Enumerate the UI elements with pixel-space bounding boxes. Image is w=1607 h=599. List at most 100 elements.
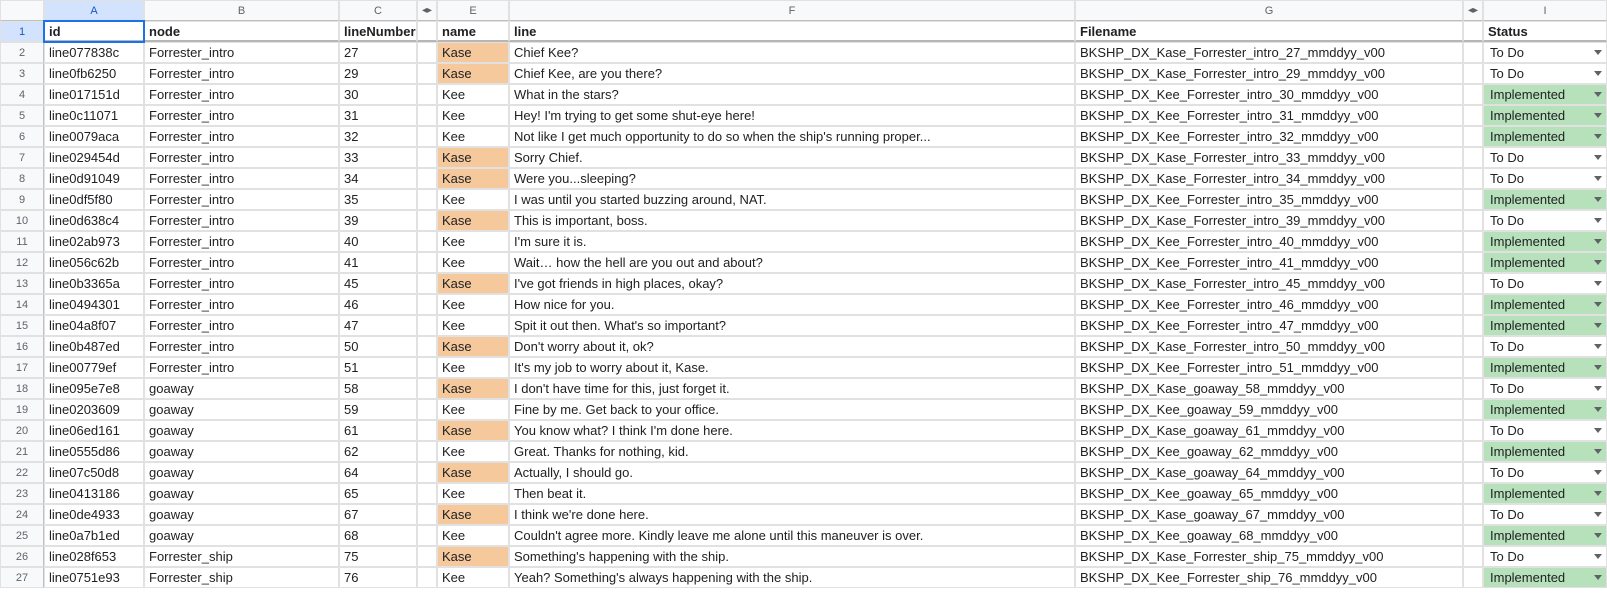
cell-name[interactable]: Kase (437, 378, 509, 399)
row-head-18[interactable]: 18 (0, 378, 44, 399)
cell-name[interactable]: Kee (437, 231, 509, 252)
dropdown-icon[interactable] (1594, 344, 1602, 349)
cell-line[interactable]: This is important, boss. (509, 210, 1075, 231)
cell-name[interactable]: Kee (437, 126, 509, 147)
cell-linenumber[interactable]: 65 (339, 483, 417, 504)
cell-name[interactable]: Kase (437, 504, 509, 525)
cell-filename[interactable]: BKSHP_DX_Kase_Forrester_intro_29_mmddyy_… (1075, 63, 1463, 84)
cell-linenumber[interactable]: 64 (339, 462, 417, 483)
cell-filename[interactable]: BKSHP_DX_Kee_Forrester_intro_31_mmddyy_v… (1075, 105, 1463, 126)
dropdown-icon[interactable] (1594, 281, 1602, 286)
cell-filename[interactable]: BKSHP_DX_Kase_goaway_67_mmddyy_v00 (1075, 504, 1463, 525)
cell-line[interactable]: Sorry Chief. (509, 147, 1075, 168)
row-head-1[interactable]: 1 (0, 21, 44, 42)
cell-c1[interactable]: lineNumber (339, 21, 417, 42)
cell-id[interactable]: line07c50d8 (44, 462, 144, 483)
cell-status[interactable]: Implemented (1483, 84, 1607, 105)
cell-status[interactable]: To Do (1483, 462, 1607, 483)
cell-id[interactable]: line0df5f80 (44, 189, 144, 210)
cell-id[interactable]: line0de4933 (44, 504, 144, 525)
row-head-21[interactable]: 21 (0, 441, 44, 462)
cell-node[interactable]: goaway (144, 399, 339, 420)
cell-status[interactable]: Implemented (1483, 231, 1607, 252)
row-head-10[interactable]: 10 (0, 210, 44, 231)
cell-line[interactable]: What in the stars? (509, 84, 1075, 105)
cell-id[interactable]: line04a8f07 (44, 315, 144, 336)
cell-filename[interactable]: BKSHP_DX_Kase_goaway_64_mmddyy_v00 (1075, 462, 1463, 483)
cell-filename[interactable]: BKSHP_DX_Kee_Forrester_intro_41_mmddyy_v… (1075, 252, 1463, 273)
cell-node[interactable]: Forrester_ship (144, 546, 339, 567)
cell-status[interactable]: To Do (1483, 210, 1607, 231)
cell-filename[interactable]: BKSHP_DX_Kee_Forrester_intro_32_mmddyy_v… (1075, 126, 1463, 147)
cell-f1[interactable]: line (509, 21, 1075, 42)
cell-node[interactable]: Forrester_intro (144, 252, 339, 273)
cell-status[interactable]: Implemented (1483, 294, 1607, 315)
cell-filename[interactable]: BKSHP_DX_Kee_goaway_65_mmddyy_v00 (1075, 483, 1463, 504)
cell-name[interactable]: Kee (437, 483, 509, 504)
cell-linenumber[interactable]: 59 (339, 399, 417, 420)
dropdown-icon[interactable] (1594, 218, 1602, 223)
cell-name[interactable]: Kee (437, 315, 509, 336)
row-head-15[interactable]: 15 (0, 315, 44, 336)
cell-linenumber[interactable]: 29 (339, 63, 417, 84)
cell-line[interactable]: Actually, I should go. (509, 462, 1075, 483)
cell-status[interactable]: To Do (1483, 273, 1607, 294)
cell-line[interactable]: Couldn't agree more. Kindly leave me alo… (509, 525, 1075, 546)
cell-node[interactable]: Forrester_intro (144, 42, 339, 63)
dropdown-icon[interactable] (1594, 155, 1602, 160)
row-head-2[interactable]: 2 (0, 42, 44, 63)
cell-name[interactable]: Kase (437, 546, 509, 567)
cell-name[interactable]: Kase (437, 420, 509, 441)
dropdown-icon[interactable] (1594, 407, 1602, 412)
spreadsheet-grid[interactable]: ABCEFGI1idnodelineNumbernamelineFilename… (0, 0, 1607, 588)
cell-line[interactable]: Spit it out then. What's so important? (509, 315, 1075, 336)
cell-id[interactable]: line06ed161 (44, 420, 144, 441)
cell-line[interactable]: You know what? I think I'm done here. (509, 420, 1075, 441)
cell-status[interactable]: Implemented (1483, 525, 1607, 546)
cell-linenumber[interactable]: 34 (339, 168, 417, 189)
row-head-17[interactable]: 17 (0, 357, 44, 378)
cell-name[interactable]: Kase (437, 42, 509, 63)
cell-name[interactable]: Kee (437, 525, 509, 546)
cell-status[interactable]: To Do (1483, 147, 1607, 168)
cell-node[interactable]: Forrester_intro (144, 105, 339, 126)
cell-name[interactable]: Kase (437, 462, 509, 483)
cell-line[interactable]: How nice for you. (509, 294, 1075, 315)
cell-linenumber[interactable]: 50 (339, 336, 417, 357)
cell-name[interactable]: Kase (437, 147, 509, 168)
dropdown-icon[interactable] (1594, 302, 1602, 307)
cell-linenumber[interactable]: 61 (339, 420, 417, 441)
dropdown-icon[interactable] (1594, 176, 1602, 181)
cell-line[interactable]: Hey! I'm trying to get some shut-eye her… (509, 105, 1075, 126)
cell-name[interactable]: Kee (437, 84, 509, 105)
cell-status[interactable]: To Do (1483, 546, 1607, 567)
cell-id[interactable]: line029454d (44, 147, 144, 168)
cell-name[interactable]: Kee (437, 441, 509, 462)
cell-filename[interactable]: BKSHP_DX_Kase_Forrester_intro_34_mmddyy_… (1075, 168, 1463, 189)
cell-node[interactable]: goaway (144, 525, 339, 546)
dropdown-icon[interactable] (1594, 428, 1602, 433)
cell-node[interactable]: goaway (144, 420, 339, 441)
cell-linenumber[interactable]: 76 (339, 567, 417, 588)
cell-linenumber[interactable]: 46 (339, 294, 417, 315)
cell-node[interactable]: goaway (144, 504, 339, 525)
col-head-e[interactable]: E (437, 0, 509, 21)
cell-id[interactable]: line0d638c4 (44, 210, 144, 231)
cell-linenumber[interactable]: 45 (339, 273, 417, 294)
cell-status[interactable]: To Do (1483, 42, 1607, 63)
row-head-19[interactable]: 19 (0, 399, 44, 420)
cell-linenumber[interactable]: 47 (339, 315, 417, 336)
cell-status[interactable]: Implemented (1483, 399, 1607, 420)
cell-name[interactable]: Kee (437, 105, 509, 126)
row-head-5[interactable]: 5 (0, 105, 44, 126)
cell-filename[interactable]: BKSHP_DX_Kee_Forrester_intro_51_mmddyy_v… (1075, 357, 1463, 378)
row-head-4[interactable]: 4 (0, 84, 44, 105)
cell-status[interactable]: To Do (1483, 336, 1607, 357)
cell-line[interactable]: Don't worry about it, ok? (509, 336, 1075, 357)
cell-linenumber[interactable]: 67 (339, 504, 417, 525)
cell-node[interactable]: Forrester_intro (144, 168, 339, 189)
row-head-6[interactable]: 6 (0, 126, 44, 147)
col-head-g[interactable]: G (1075, 0, 1463, 21)
row-head-25[interactable]: 25 (0, 525, 44, 546)
row-head-26[interactable]: 26 (0, 546, 44, 567)
